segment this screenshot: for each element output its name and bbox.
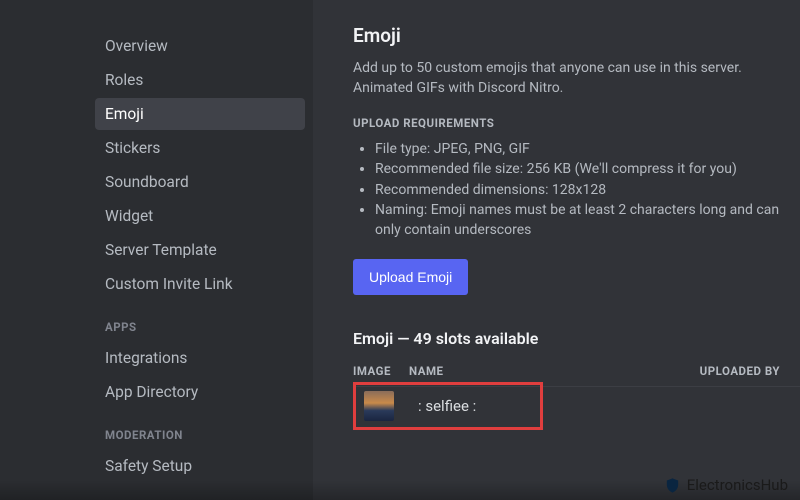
shield-icon: [664, 477, 681, 494]
column-image: IMAGE: [353, 364, 409, 378]
requirement-item: Naming: Emoji names must be at least 2 c…: [375, 200, 800, 241]
sidebar-item-overview[interactable]: Overview: [95, 30, 305, 62]
sidebar-item-widget[interactable]: Widget: [95, 200, 305, 232]
upload-emoji-button[interactable]: Upload Emoji: [353, 259, 468, 295]
emoji-thumbnail: [364, 391, 394, 421]
column-name: NAME: [409, 364, 680, 378]
sidebar-item-stickers[interactable]: Stickers: [95, 132, 305, 164]
upload-requirements-list: File type: JPEG, PNG, GIF Recommended fi…: [353, 139, 800, 240]
emoji-table-header: IMAGE NAME UPLOADED BY: [353, 364, 800, 378]
requirement-item: Recommended file size: 256 KB (We'll com…: [375, 159, 800, 179]
sidebar-item-app-directory[interactable]: App Directory: [95, 376, 305, 408]
sidebar-item-safety-setup[interactable]: Safety Setup: [95, 450, 305, 482]
sidebar-item-soundboard[interactable]: Soundboard: [95, 166, 305, 198]
sidebar-section-moderation: MODERATION: [95, 410, 313, 448]
settings-sidebar: Overview Roles Emoji Stickers Soundboard…: [95, 0, 313, 500]
highlight-annotation: : selfiee :: [353, 382, 543, 430]
sidebar-item-emoji[interactable]: Emoji: [95, 98, 305, 130]
sidebar-item-server-template[interactable]: Server Template: [95, 234, 305, 266]
content-panel: Emoji Add up to 50 custom emojis that an…: [313, 0, 800, 500]
watermark: ElectronicsHub: [664, 476, 788, 494]
sidebar-item-integrations[interactable]: Integrations: [95, 342, 305, 374]
watermark-text: ElectronicsHub: [687, 476, 788, 494]
sidebar-item-custom-invite-link[interactable]: Custom Invite Link: [95, 268, 305, 300]
emoji-row[interactable]: : selfiee :: [353, 386, 800, 430]
emoji-slots-title: Emoji — 49 slots available: [353, 329, 800, 348]
sidebar-section-apps: APPS: [95, 302, 313, 340]
upload-requirements-header: UPLOAD REQUIREMENTS: [353, 116, 800, 130]
requirement-item: File type: JPEG, PNG, GIF: [375, 139, 800, 159]
emoji-name[interactable]: : selfiee :: [418, 397, 476, 415]
page-title: Emoji: [353, 24, 800, 47]
sidebar-item-roles[interactable]: Roles: [95, 64, 305, 96]
column-uploaded-by: UPLOADED BY: [680, 364, 800, 378]
page-description: Add up to 50 custom emojis that anyone c…: [353, 59, 800, 98]
requirement-item: Recommended dimensions: 128x128: [375, 180, 800, 200]
